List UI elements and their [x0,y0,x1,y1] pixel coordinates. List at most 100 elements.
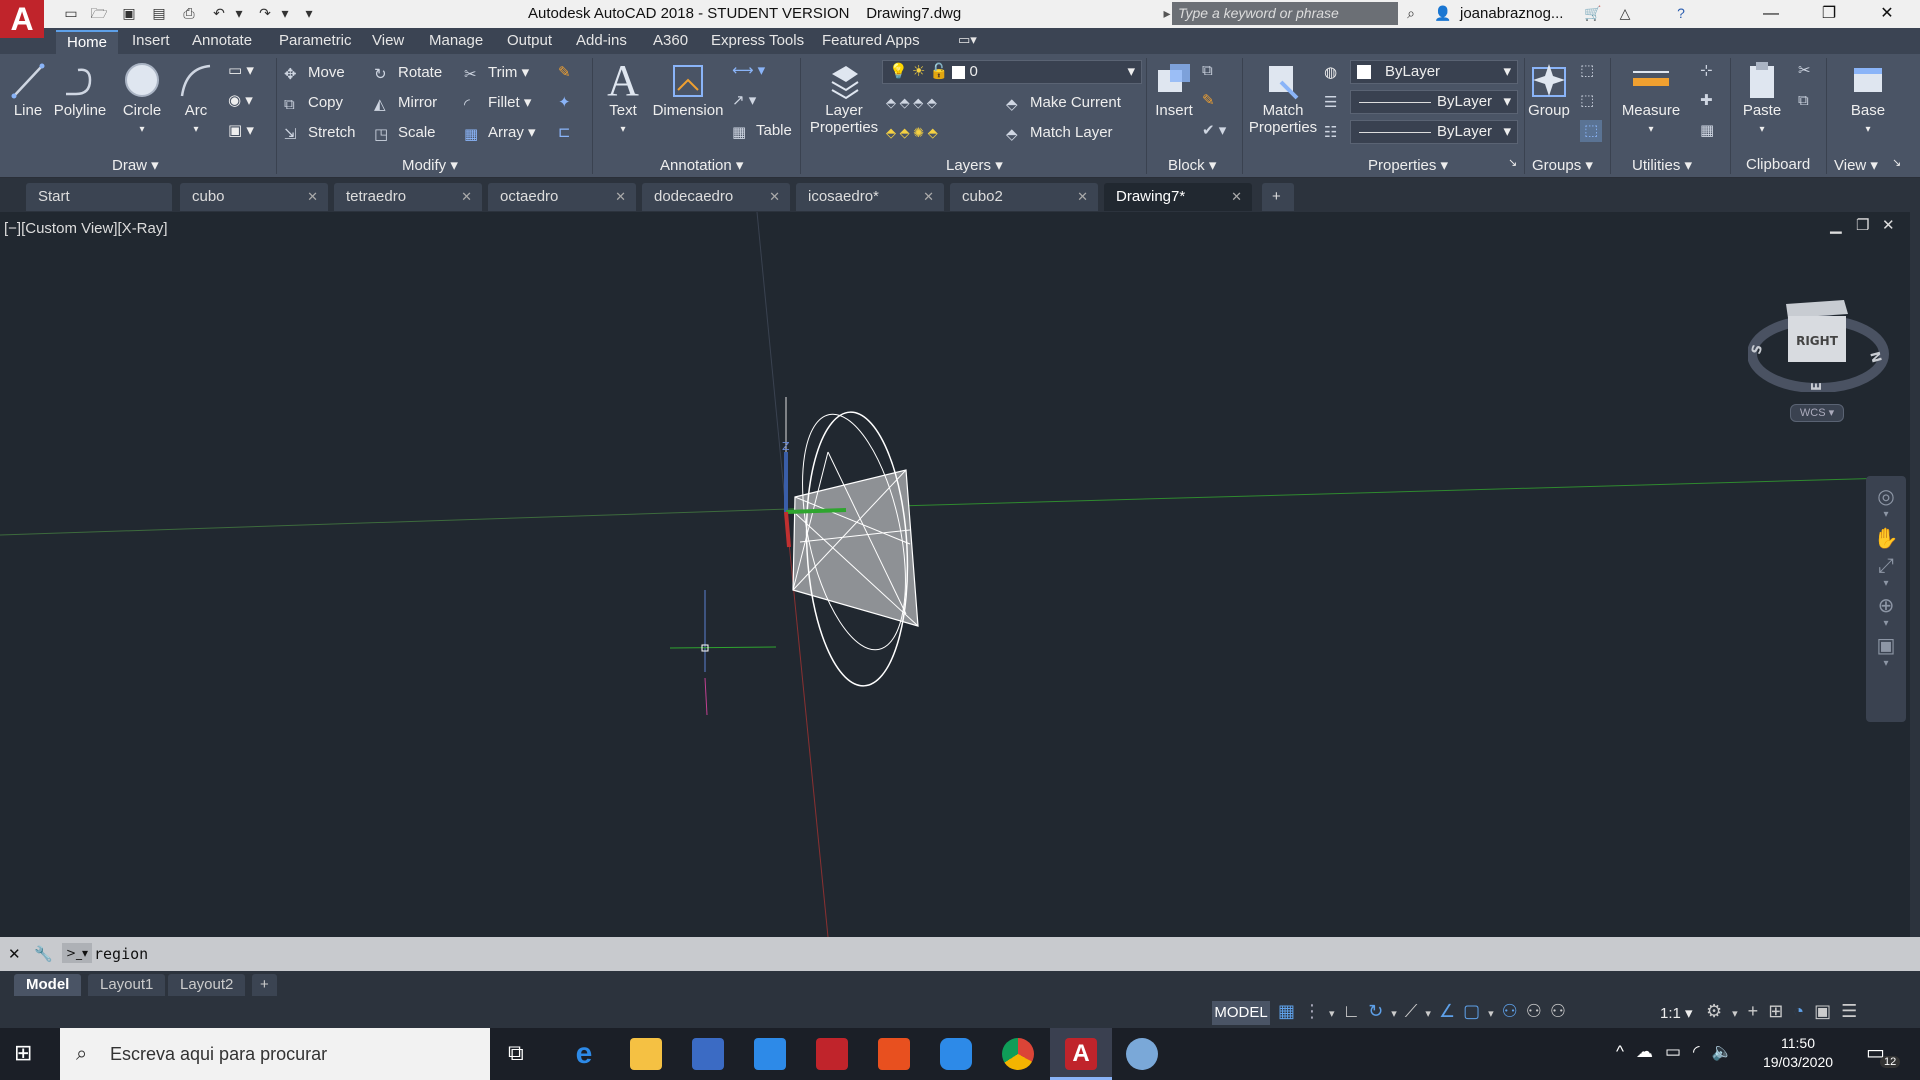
insert-button[interactable]: Insert [1152,60,1196,119]
arc-dropdown-icon[interactable]: ▾ [193,124,198,135]
annotation-scale[interactable]: 1:1 ▾ [1660,1004,1693,1022]
tab-annotate[interactable]: Annotate [192,32,252,49]
circle-dropdown-icon[interactable]: ▾ [139,124,144,135]
draw-panel-title[interactable]: Draw ▾ [112,156,159,174]
color-wheel-icon[interactable]: ◍ [1324,62,1337,84]
isodraft-icon[interactable]: ⟋ [1405,1001,1426,1021]
groups-panel-title[interactable]: Groups ▾ [1532,156,1593,174]
quick-access-customize-icon[interactable]: ▾ [300,5,318,21]
open-file-icon[interactable]: 🗁 [90,5,108,21]
tab-output[interactable]: Output [507,32,552,49]
new-tab-button[interactable]: + [1262,183,1294,211]
layer-state-icons[interactable]: ⬘ ⬘ ✺ ⬘ [886,122,938,144]
viewcube[interactable]: RIGHT S N E WCS ▾ [1747,292,1890,432]
autocad-taskbar-button[interactable]: A [1050,1028,1112,1080]
tab-manage[interactable]: Manage [429,32,483,49]
linetype-icon[interactable]: ☷ [1324,122,1337,144]
line-button[interactable]: Line [8,60,48,119]
color-dropdown[interactable]: ByLayer ▾ [1350,60,1518,84]
save-icon[interactable]: ▣ [120,5,138,21]
annotation-scale-icon[interactable]: ⚇ [1550,1001,1574,1021]
copy-clip-icon[interactable]: ⧉ [1798,90,1809,112]
hardware-acceleration-icon[interactable]: ◔ [1793,1001,1814,1021]
paste-dropdown-icon[interactable]: ▾ [1759,124,1764,135]
workspace-gear-icon[interactable]: ⚙ [1706,1001,1732,1021]
erase-icon[interactable]: ✎ [558,62,571,84]
close-command-line-icon[interactable]: ✕ [8,945,21,963]
clean-screen-icon[interactable]: ▣ [1814,1001,1841,1021]
tab-home[interactable]: Home [56,30,118,54]
showmotion-icon[interactable]: ▣ [1866,633,1906,658]
doc-tab-drawing7[interactable]: Drawing7* ✕ [1104,183,1252,211]
linetype-dropdown[interactable]: ByLayer ▾ [1350,120,1518,144]
circle-button[interactable]: Circle ▾ [118,60,166,136]
taskbar-search-input[interactable]: ⌕ Escreva aqui para procurar [60,1028,490,1080]
lineweight-dropdown[interactable]: ByLayer ▾ [1350,90,1518,114]
trim-button[interactable]: ✂ Trim ▾ [464,62,529,84]
annotation-panel-title[interactable]: Annotation ▾ [660,156,743,174]
tab-view[interactable]: View [372,32,404,49]
group-button[interactable]: Group [1528,60,1570,119]
tab-layout1[interactable]: Layout1 [88,974,166,996]
tab-a360[interactable]: A360 [653,32,688,49]
group-edit-icon[interactable]: ⬚ [1580,90,1594,112]
block-panel-title[interactable]: Block ▾ [1168,156,1216,174]
doc-tab-icosaedro[interactable]: icosaedro* ✕ [796,183,944,211]
plot-icon[interactable]: ⎙ [180,5,198,21]
file-explorer-icon[interactable] [630,1038,662,1070]
new-layout-button[interactable]: + [252,974,277,996]
calculator-icon[interactable]: ▦ [1700,120,1714,142]
mcafee-icon[interactable] [816,1038,848,1070]
undo-dropdown-icon[interactable]: ▾ [230,5,248,21]
paste-button[interactable]: Paste ▾ [1738,60,1786,136]
binoculars-icon[interactable]: ⌕ [1402,5,1420,21]
close-tab-icon[interactable]: ✕ [307,183,318,211]
onedrive-icon[interactable]: ☁ [1636,1042,1665,1061]
lineweight-icon[interactable]: ☰ [1324,92,1337,114]
tab-parametric[interactable]: Parametric [279,32,352,49]
zoom-icon[interactable] [940,1038,972,1070]
leader-icon[interactable]: ↗ ▾ [732,90,756,112]
base-dropdown-icon[interactable]: ▾ [1865,124,1870,135]
undo-icon[interactable]: ↶ [210,5,228,21]
layer-properties-button[interactable]: Layer Properties [806,60,882,136]
close-tab-icon[interactable]: ✕ [1077,183,1088,211]
arc-button[interactable]: Arc ▾ [176,60,216,136]
match-layer-button[interactable]: ⬘ Match Layer [1006,122,1113,144]
windows-start-icon[interactable]: ⊞ [14,1040,32,1066]
office-icon[interactable] [878,1038,910,1070]
text-button[interactable]: A Text ▾ [602,59,644,136]
polar-icon[interactable]: ↻ [1368,1001,1391,1021]
array-button[interactable]: ▦ Array ▾ [464,122,536,144]
match-properties-button[interactable]: Match Properties [1248,60,1318,136]
clipboard-panel-title[interactable]: Clipboard [1746,156,1810,173]
doc-tab-octaedro[interactable]: octaedro ✕ [488,183,636,211]
help-icon[interactable]: ? [1672,5,1690,21]
taskbar-clock[interactable]: 11:50 19/03/2020 [1752,1034,1844,1072]
tab-add-ins[interactable]: Add-ins [576,32,627,49]
mail-icon[interactable] [754,1038,786,1070]
plus-icon[interactable]: + [1748,1001,1769,1021]
customize-icon[interactable]: 🔧 [34,945,53,963]
wifi-icon[interactable]: ◜ [1693,1042,1712,1061]
layers-panel-title[interactable]: Layers ▾ [946,156,1003,174]
tab-express-tools[interactable]: Express Tools [711,32,804,49]
drawing-viewport[interactable]: [−][Custom View][X-Ray] ▁ ❐ ✕ Z RIGHT S … [0,212,1920,937]
application-menu-button[interactable]: A [0,0,44,38]
copy-button[interactable]: ⧉ Copy [284,92,343,114]
properties-dialog-launcher-icon[interactable]: ↘ [1508,156,1517,169]
task-view-icon[interactable]: ⧉ [508,1040,524,1066]
ungroup-icon[interactable]: ⬚ [1580,60,1594,82]
user-account[interactable]: joanabraznog... [1460,5,1563,22]
user-icon[interactable]: 👤 [1434,5,1452,21]
layer-dropdown[interactable]: 💡 ☀ 🔓 0 ▾ [882,60,1142,84]
quick-select-icon[interactable]: ⊹ [1700,60,1713,82]
view-dialog-launcher-icon[interactable]: ↘ [1892,156,1901,169]
rotate-button[interactable]: ↻ Rotate [374,62,442,84]
paint-icon[interactable] [1126,1038,1158,1070]
tab-featured-apps[interactable]: Featured Apps [822,32,920,49]
close-tab-icon[interactable]: ✕ [923,183,934,211]
cart-icon[interactable]: 🛒 [1584,5,1602,21]
recent-commands-icon[interactable]: >_▾ [62,943,92,963]
edge-browser-icon[interactable]: e [568,1038,600,1070]
